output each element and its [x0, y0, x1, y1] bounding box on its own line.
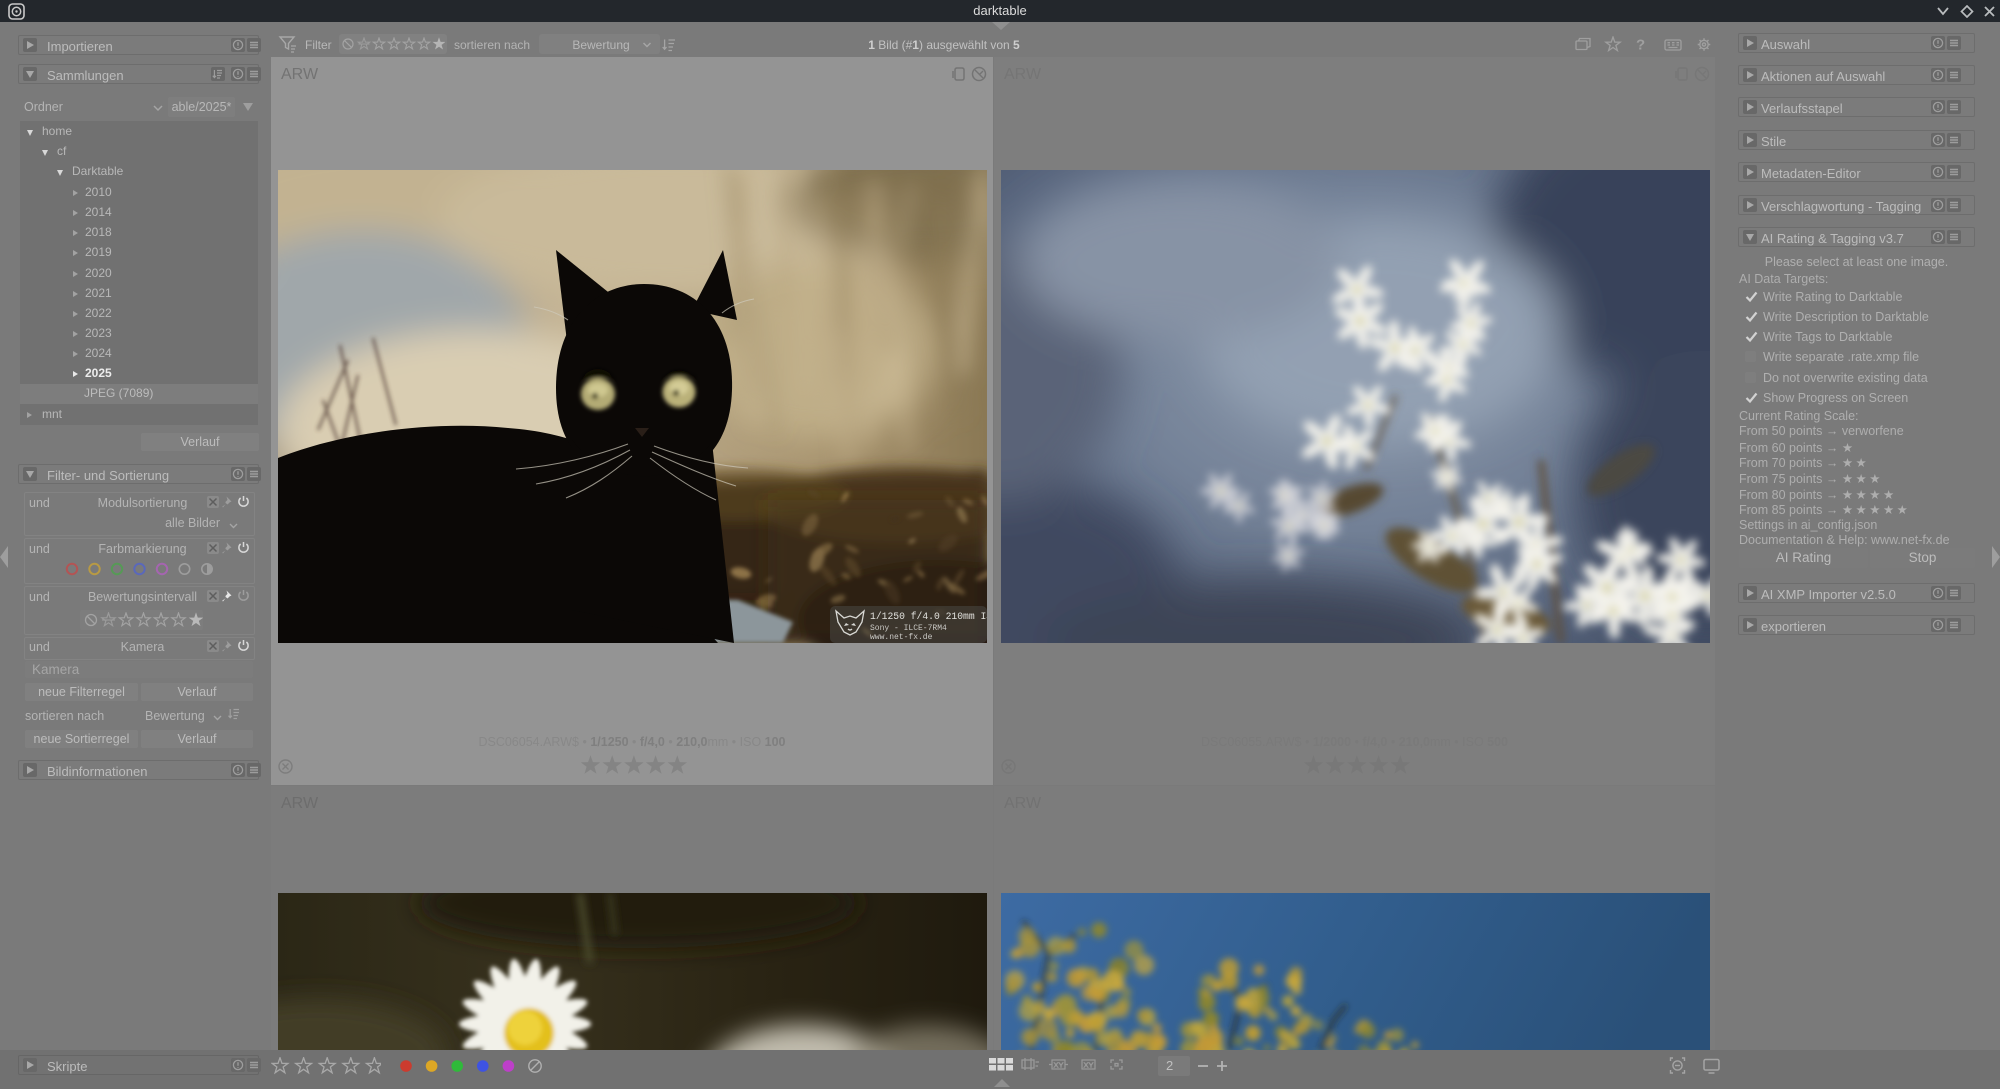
svg-text:?: ? [1636, 37, 1645, 54]
svg-text:XY: XY [1084, 1061, 1094, 1070]
svg-text:www.net-fx.de: www.net-fx.de [870, 633, 933, 642]
svg-text:1/1250 f/4.0 210mm IS: 1/1250 f/4.0 210mm IS [870, 611, 987, 622]
svg-text:XY: XY [1054, 1061, 1064, 1070]
svg-text:Sony - ILCE-7RM4: Sony - ILCE-7RM4 [870, 624, 947, 633]
